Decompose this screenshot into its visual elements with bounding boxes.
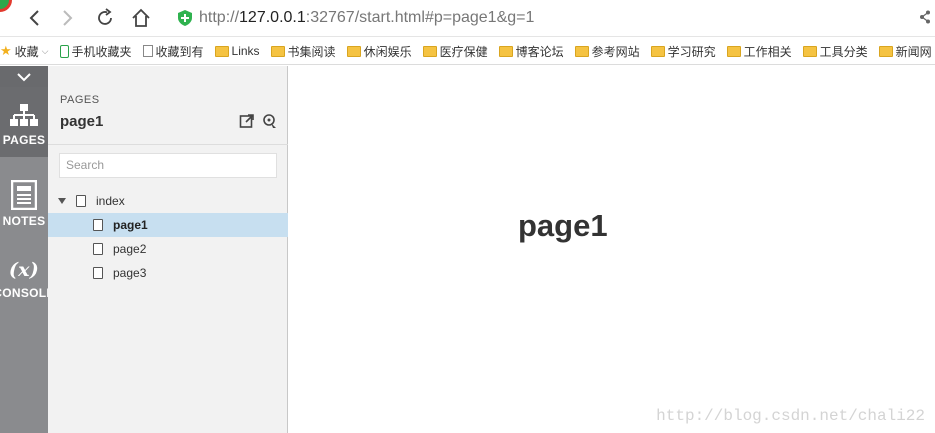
bookmark-folder-study[interactable]: 学习研究 [650, 43, 716, 60]
folder-icon [650, 45, 665, 57]
bookmark-folder-links[interactable]: Links [214, 44, 260, 58]
notes-pane-label: NOTES [2, 214, 46, 228]
bookmark-folder-tools[interactable]: 工具分类 [802, 43, 868, 60]
folder-icon [726, 45, 741, 57]
current-page-title: page1 [60, 113, 104, 130]
bookmark-folder-blogs[interactable]: 博客论坛 [498, 43, 564, 60]
chevron-down-icon: ⌵ [41, 45, 49, 56]
reload-icon [98, 8, 112, 25]
tree-item-label: page3 [113, 266, 147, 280]
home-icon [132, 8, 150, 27]
page-content-area: page1 http://blog.csdn.net/chali22 [289, 66, 935, 433]
secure-shield-icon [178, 10, 192, 26]
pages-panel: PAGES page1 Search index page1 page2 pag… [48, 66, 288, 433]
bookmark-folder-health[interactable]: 医疗保健 [422, 43, 488, 60]
pages-panel-header: PAGES [60, 94, 100, 106]
bookmark-mobile-favorites[interactable]: 手机收藏夹 [59, 43, 132, 60]
tree-item-page2[interactable]: page2 [48, 237, 288, 261]
bookmarks-bar: ★ 收藏 ⌵ 手机收藏夹 收藏到有 Links 书集阅读 休闲娱乐 医疗保健 博… [0, 38, 935, 65]
collapse-sidebar-button[interactable] [0, 66, 48, 87]
bookmark-folder-news[interactable]: 新闻网 [878, 43, 932, 60]
folder-icon [802, 45, 817, 57]
star-icon: ★ [0, 43, 12, 58]
page-heading: page1 [518, 208, 608, 243]
tree-item-label: index [96, 194, 125, 208]
folder-icon [878, 45, 893, 57]
tree-item-index[interactable]: index [48, 189, 288, 213]
bookmark-collect[interactable]: 收藏到有 [142, 43, 204, 60]
page-icon [76, 195, 86, 207]
document-icon [142, 45, 153, 57]
back-arrow-icon [29, 10, 39, 26]
url-text: http://127.0.0.1:32767/start.html#p=page… [199, 9, 535, 26]
phone-icon [59, 44, 69, 58]
bookmark-folder-leisure[interactable]: 休闲娱乐 [346, 43, 412, 60]
variable-x-icon: (x) [8, 259, 40, 281]
tree-item-label: page2 [113, 242, 147, 256]
pages-pane-label: PAGES [2, 133, 46, 147]
external-link-icon [239, 114, 254, 128]
tree-item-page3[interactable]: page3 [48, 261, 288, 285]
folder-icon [214, 45, 229, 57]
folder-icon [498, 45, 513, 57]
left-icon-sidebar: PAGES NOTES (x) CONSOLE [0, 66, 54, 433]
open-in-new-window-button[interactable] [239, 113, 255, 129]
bookmark-folder-reading[interactable]: 书集阅读 [270, 43, 336, 60]
folder-icon [422, 45, 437, 57]
browser-toolbar: http://127.0.0.1:32767/start.html#p=page… [0, 0, 935, 37]
folder-icon [270, 45, 285, 57]
location-pin-icon [263, 114, 276, 128]
bookmark-folder-reference[interactable]: 参考网站 [574, 43, 640, 60]
page-search-input[interactable]: Search [59, 153, 277, 178]
watermark-text: http://blog.csdn.net/chali22 [656, 407, 925, 425]
reload-button[interactable] [93, 6, 117, 30]
page-icon [93, 219, 103, 231]
forward-arrow-icon [63, 10, 73, 26]
address-bar[interactable]: http://127.0.0.1:32767/start.html#p=page… [178, 6, 534, 30]
page-icon [93, 243, 103, 255]
folder-icon [346, 45, 361, 57]
home-button[interactable] [129, 6, 153, 30]
chevron-down-icon [17, 72, 31, 81]
console-pane-label: CONSOLE [0, 286, 55, 300]
share-button[interactable] [919, 10, 931, 29]
back-button[interactable] [22, 6, 46, 30]
folder-icon [574, 45, 589, 57]
forward-button[interactable] [56, 6, 80, 30]
share-icon [920, 10, 930, 24]
console-pane-button[interactable]: (x) CONSOLE [0, 258, 54, 300]
notes-icon [11, 180, 37, 210]
bookmark-favorites[interactable]: ★ 收藏 ⌵ [0, 43, 49, 60]
panel-divider [48, 144, 288, 145]
browser-logo-icon [0, 0, 12, 12]
expand-triangle-icon[interactable] [58, 198, 66, 204]
tree-item-label: page1 [113, 218, 148, 232]
sitemap-icon [10, 104, 38, 126]
map-location-button[interactable] [262, 113, 278, 129]
page-icon [93, 267, 103, 279]
bookmark-folder-work[interactable]: 工作相关 [726, 43, 792, 60]
notes-pane-button[interactable]: NOTES [0, 180, 48, 228]
tree-item-page1[interactable]: page1 [48, 213, 288, 237]
pages-pane-button[interactable]: PAGES [0, 87, 48, 157]
